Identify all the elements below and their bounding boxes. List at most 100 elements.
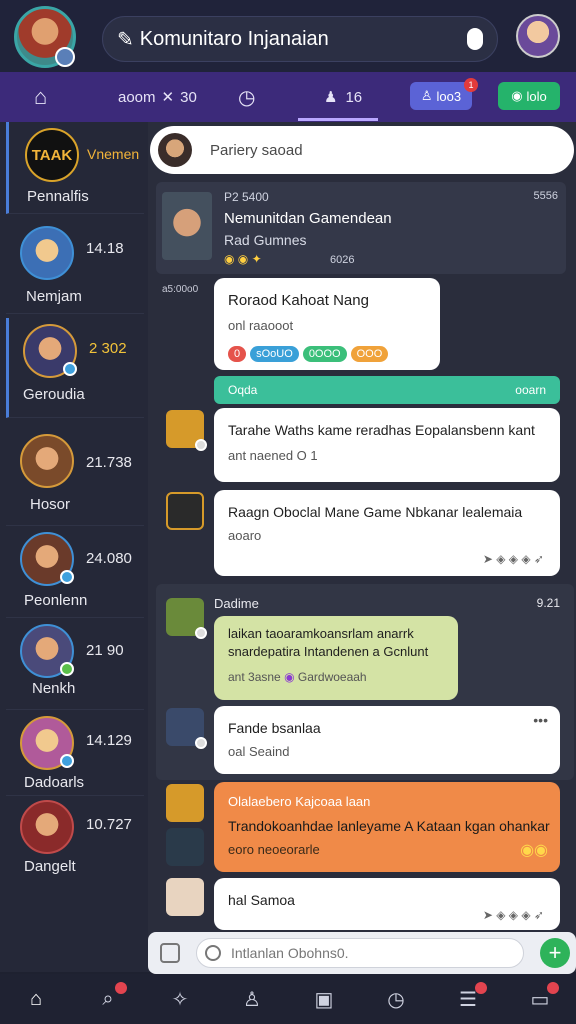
sidebar-item-dadoarls[interactable]: 14.129 Dadoarls (6, 712, 144, 796)
sidebar-item-tag: Vnemen (87, 146, 140, 162)
chat-icon: ◉ (511, 88, 523, 103)
post-title: Nemunitdan Gamendean (224, 210, 392, 227)
avatar-badge (195, 627, 207, 639)
reaction-pill[interactable]: 0OOO (302, 346, 347, 362)
toolbar-item-tools[interactable]: aoom ✕ 30 (118, 72, 197, 122)
sidebar-item-count: 2 302 (89, 340, 127, 357)
banner-avatar (158, 133, 192, 167)
sidebar-item-count: 21.738 (86, 454, 132, 471)
sidebar-item-geroudia[interactable]: 2 302 Geroudia (6, 318, 144, 418)
post-subtitle: Rad Gumnes (224, 232, 307, 248)
user-avatar[interactable] (516, 14, 560, 58)
inbox-icon[interactable]: ▭ (527, 982, 559, 1012)
message-bubble[interactable]: Roraod Kahoat Nang onl raaooot 0 sOoUO 0… (214, 278, 440, 370)
message-avatar[interactable] (166, 828, 204, 866)
message-bubble[interactable]: Olalaebero Kajcoaa laan Trandokoanhdae l… (214, 782, 560, 872)
message-timestamp: a5:00o0 (162, 284, 199, 295)
sidebar-item-label: Nemjam (26, 288, 82, 305)
emoji-icon: ◉◉ (520, 842, 548, 859)
status-bar-label: Oqda (228, 383, 258, 397)
sidebar-item-nemjam[interactable]: 14.18 Nemjam (6, 218, 144, 314)
mic-icon[interactable] (467, 28, 483, 50)
message-bubble[interactable]: laikan taoaramkoansrlam anarrk snardepat… (214, 616, 458, 700)
sidebar-item-pennalfis[interactable]: TAAK Vnemen Pennalfis (6, 122, 144, 214)
community-title: Komunitaro Injanaian (139, 27, 329, 50)
featured-post-card[interactable]: P2 5400 5556 Nemunitdan Gamendean Rad Gu… (156, 182, 566, 274)
avatar-status-badge (55, 47, 75, 67)
message-bubble[interactable]: hal Samoa ➤ ◈ ◈ ◈ ➶ (214, 878, 560, 930)
notification-dot (115, 982, 127, 994)
users-icon: ♟ (324, 89, 338, 106)
message-bubble[interactable]: Fande bsanlaa oal Seaind ••• (214, 706, 560, 774)
attach-icon[interactable] (160, 943, 180, 963)
avatar (20, 434, 74, 488)
message-avatar[interactable] (166, 598, 207, 639)
profile-avatar[interactable] (14, 6, 76, 68)
clock-icon[interactable]: ◷ (383, 986, 409, 1012)
community-title-bar[interactable]: ✎ Komunitaro Injanaian (102, 16, 498, 62)
more-icon[interactable]: ••• (533, 712, 548, 728)
send-button[interactable]: + (540, 938, 570, 968)
message-actions-icon[interactable]: ➤ ◈ ◈ ◈ ➶ (483, 908, 544, 922)
group-title: Dadime (214, 596, 259, 611)
message-avatar[interactable] (166, 878, 204, 916)
clock-icon[interactable]: ◷ (238, 72, 255, 122)
toolbar-item-tools-count: 30 (180, 88, 197, 106)
reaction-pill[interactable]: sOoUO (250, 346, 299, 362)
reaction-pill[interactable]: OOO (350, 346, 389, 362)
message-text: laikan taoaramkoansrlam anarrk (228, 626, 414, 641)
sidebar-item-label: Peonlenn (24, 592, 88, 609)
message-text: Tarahe Waths kame reradhas Eopalansbenn … (228, 422, 535, 438)
search-icon[interactable]: ⌕ (95, 982, 127, 1012)
pinned-banner[interactable]: Pariery saoad (150, 126, 574, 174)
menu-icon[interactable]: ☰ (455, 982, 487, 1012)
active-tab-indicator (298, 118, 378, 121)
sidebar-item-label: Hosor (30, 496, 71, 513)
profile-icon[interactable]: ♙ (239, 986, 265, 1012)
sidebar-item-label: Dadoarls (24, 774, 85, 791)
reaction-pill[interactable]: 0 (228, 346, 247, 362)
emoji-picker-icon[interactable] (205, 945, 221, 961)
message-text: Roraod Kahoat Nang (228, 292, 369, 309)
sidebar-item-label: Geroudia (23, 386, 85, 403)
toolbar-item-users[interactable]: ♟ 16 (324, 72, 362, 122)
toolbar-pill-blue[interactable]: ♙ loo3 (410, 82, 472, 110)
message-subtext: aoaro (228, 528, 262, 543)
avatar (23, 324, 77, 378)
avatar-badge (195, 737, 207, 749)
sidebar-item-count: 21 90 (86, 642, 124, 659)
tools-icon[interactable]: ✧ (167, 986, 193, 1012)
message-bubble[interactable]: Tarahe Waths kame reradhas Eopalansbenn … (214, 408, 560, 482)
home-icon[interactable]: ⌂ (23, 986, 49, 1012)
sidebar-item-hosor[interactable]: 21.738 Hosor (6, 422, 144, 526)
home-icon[interactable]: ⌂ (34, 72, 47, 122)
tools-icon: ✕ (161, 89, 175, 106)
message-avatar[interactable] (166, 784, 204, 822)
message-composer: Intlanlan Obohns0. + (148, 932, 576, 974)
post-avatar (162, 192, 212, 260)
gamepad-icon[interactable]: ▣ (311, 986, 337, 1012)
pin-icon: ✎ (117, 28, 134, 51)
banner-text: Pariery saoad (210, 141, 303, 159)
emoji-icon: ◉ (284, 670, 295, 684)
sidebar: TAAK Vnemen Pennalfis 14.18 Nemjam 2 302… (0, 122, 148, 972)
message-input-placeholder: Intlanlan Obohns0. (231, 945, 349, 961)
sidebar-item-nenkh[interactable]: 21 90 Nenkh (6, 618, 144, 710)
message-avatar[interactable] (166, 492, 204, 530)
message-bubble[interactable]: Raagn Oboclal Mane Game Nbkanar lealemai… (214, 490, 560, 576)
message-subtext: eoro neoeorarle (228, 842, 320, 857)
message-text: Raagn Oboclal Mane Game Nbkanar lealemai… (228, 504, 523, 520)
message-text-line2: snardepatira Intandenen a Gcnlunt (228, 644, 429, 659)
message-input[interactable]: Intlanlan Obohns0. (196, 938, 524, 968)
notification-dot (475, 982, 487, 994)
toolbar-pill-green[interactable]: ◉ lolo (498, 82, 560, 110)
avatar (20, 624, 74, 678)
status-bar: Oqda ooarn (214, 376, 560, 404)
sidebar-item-dangelt[interactable]: 10.727 Dangelt (6, 796, 144, 886)
message-avatar[interactable] (166, 708, 207, 749)
avatar-badge (60, 570, 74, 584)
post-meta: P2 5400 (224, 190, 269, 204)
message-avatar[interactable] (166, 410, 207, 451)
sidebar-item-peonlenn[interactable]: 24.080 Peonlenn (6, 526, 144, 618)
message-actions-icon[interactable]: ➤ ◈ ◈ ◈ ➶ (483, 552, 544, 566)
